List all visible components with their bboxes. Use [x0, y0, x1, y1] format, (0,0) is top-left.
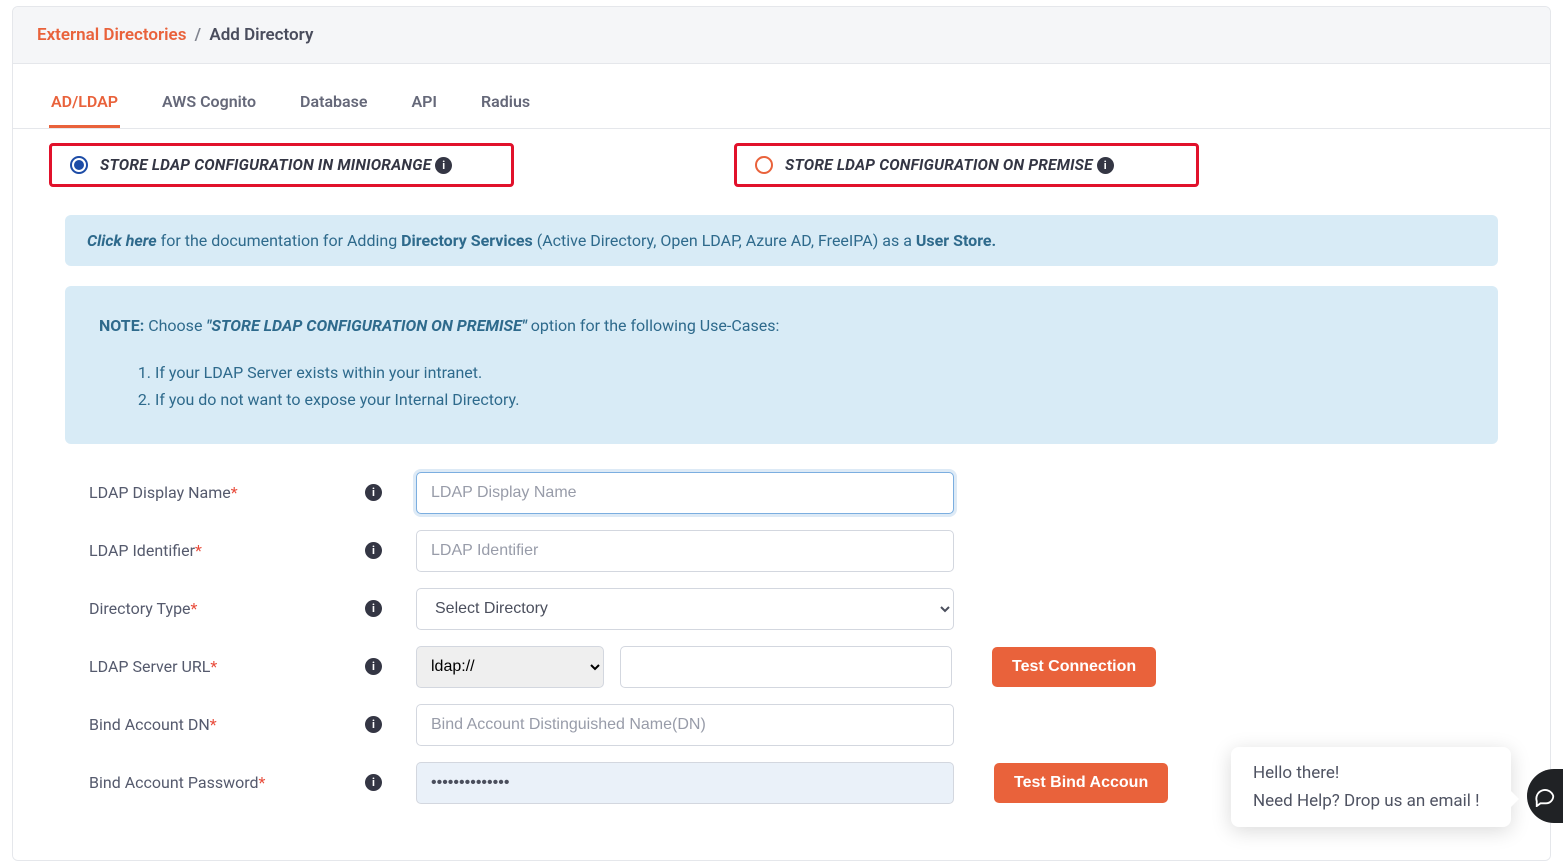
breadcrumb-current: Add Directory: [209, 25, 313, 45]
test-connection-button[interactable]: Test Connection: [992, 647, 1156, 687]
info-icon[interactable]: i: [365, 600, 382, 617]
chat-help-popup[interactable]: Hello there! Need Help? Drop us an email…: [1231, 747, 1511, 827]
label-ldap-display-name: LDAP Display Name*: [65, 483, 365, 502]
info-icon[interactable]: i: [1097, 157, 1114, 174]
radio-store-miniorange[interactable]: STORE LDAP CONFIGURATION IN MINIORANGE i: [49, 143, 514, 187]
tab-database[interactable]: Database: [298, 74, 369, 128]
radio-icon: [755, 156, 773, 174]
label-directory-type: Directory Type*: [65, 599, 365, 618]
note-item: If your LDAP Server exists within your i…: [155, 359, 1464, 386]
info-icon[interactable]: i: [365, 484, 382, 501]
bind-account-password-input[interactable]: [416, 762, 954, 804]
bind-account-dn-input[interactable]: [416, 704, 954, 746]
label-bind-account-password: Bind Account Password*: [65, 773, 365, 792]
info-icon[interactable]: i: [435, 157, 452, 174]
tab-aws-cognito[interactable]: AWS Cognito: [160, 74, 258, 128]
tabs: AD/LDAP AWS Cognito Database API Radius: [13, 74, 1550, 129]
chat-line-2: Need Help? Drop us an email !: [1253, 791, 1489, 811]
ldap-display-name-input[interactable]: [416, 472, 954, 514]
radio-store-onpremise[interactable]: STORE LDAP CONFIGURATION ON PREMISE i: [734, 143, 1199, 187]
tab-radius[interactable]: Radius: [479, 74, 532, 128]
directory-type-select[interactable]: Select Directory: [416, 588, 954, 630]
ldap-scheme-select[interactable]: ldap://: [416, 646, 604, 688]
label-ldap-server-url: LDAP Server URL*: [65, 657, 365, 676]
label-bind-account-dn: Bind Account DN*: [65, 715, 365, 734]
tab-api[interactable]: API: [409, 74, 439, 128]
radio-icon: [70, 156, 88, 174]
info-icon[interactable]: i: [365, 658, 382, 675]
ldap-server-url-input[interactable]: [620, 646, 952, 688]
tab-ad-ldap[interactable]: AD/LDAP: [49, 74, 120, 128]
documentation-info-panel: Click here for the documentation for Add…: [65, 215, 1498, 266]
note-panel: NOTE: Choose "STORE LDAP CONFIGURATION O…: [65, 286, 1498, 444]
radio-label-miniorange: STORE LDAP CONFIGURATION IN MINIORANGE: [100, 156, 431, 174]
info-icon[interactable]: i: [365, 716, 382, 733]
info-icon[interactable]: i: [365, 774, 382, 791]
breadcrumb-parent[interactable]: External Directories: [37, 25, 186, 45]
ldap-identifier-input[interactable]: [416, 530, 954, 572]
doc-click-here-link[interactable]: Click here: [87, 231, 157, 250]
label-ldap-identifier: LDAP Identifier*: [65, 541, 365, 560]
breadcrumb: External Directories / Add Directory: [13, 7, 1550, 64]
test-bind-account-button[interactable]: Test Bind Accoun: [994, 763, 1168, 803]
radio-label-onpremise: STORE LDAP CONFIGURATION ON PREMISE: [785, 156, 1093, 174]
info-icon[interactable]: i: [365, 542, 382, 559]
chat-line-1: Hello there!: [1253, 763, 1489, 783]
note-item: If you do not want to expose your Intern…: [155, 386, 1464, 413]
